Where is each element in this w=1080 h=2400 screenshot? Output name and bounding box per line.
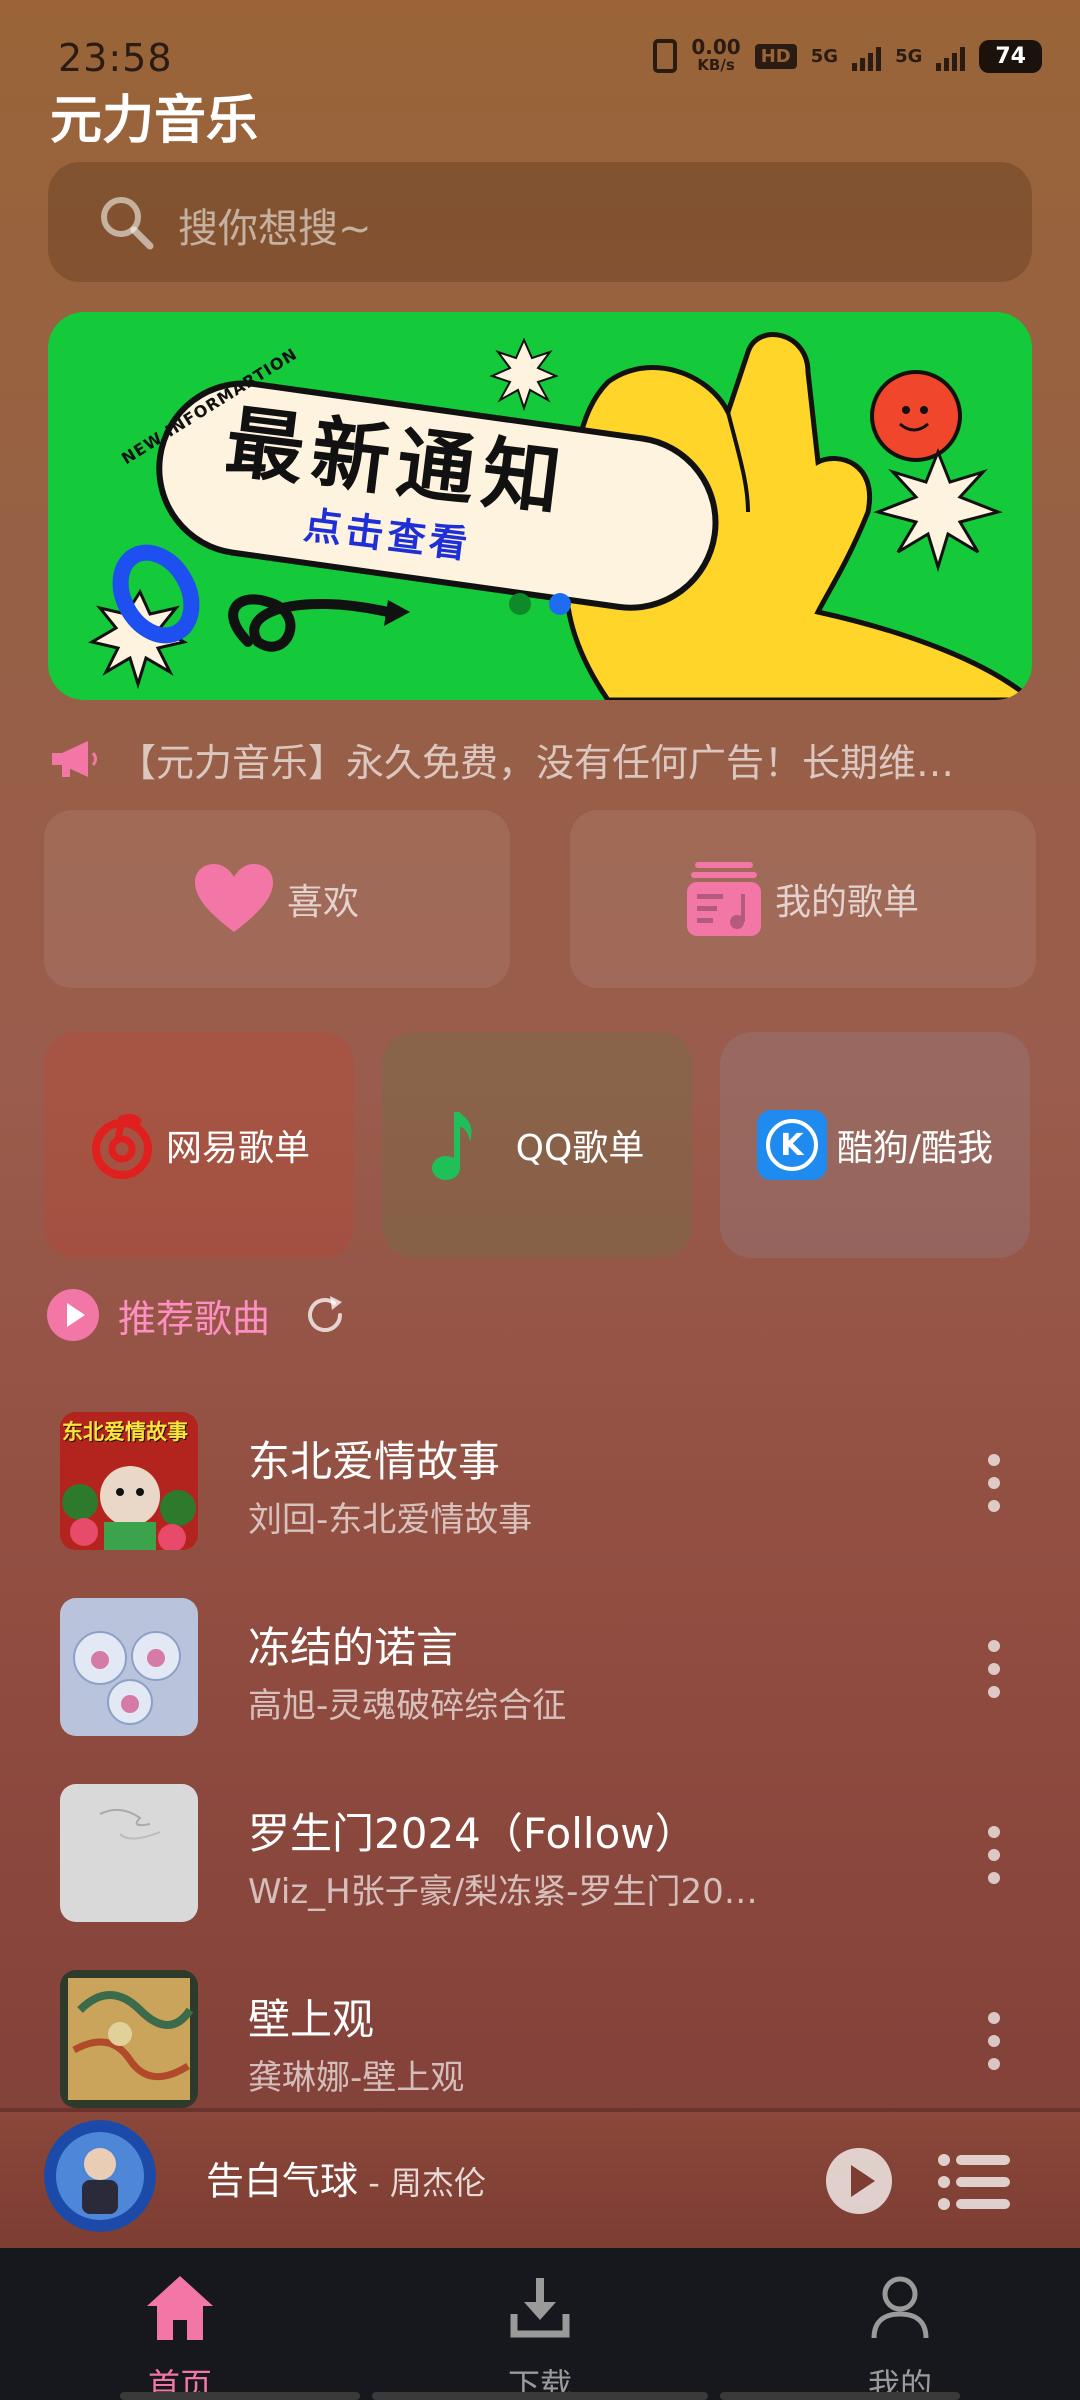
kugou-playlist-card[interactable]: K 酷狗/酷我	[720, 1032, 1030, 1258]
network-speed-unit: KB/s	[697, 56, 735, 74]
kugou-icon-letter: K	[765, 1119, 818, 1171]
song-title: 壁上观	[248, 1995, 375, 2044]
profile-icon	[871, 2276, 929, 2339]
player-artist: 周杰伦	[389, 2164, 486, 2202]
signal-icon-2	[936, 41, 966, 71]
queue-list-icon[interactable]	[938, 2154, 1010, 2210]
kugou-icon: K	[756, 1110, 827, 1180]
sim1-label: 5G	[810, 45, 839, 67]
heart-icon	[194, 864, 273, 932]
song-cover	[60, 1784, 198, 1922]
play-icon[interactable]	[826, 2148, 892, 2214]
netease-icon	[91, 1113, 152, 1179]
search-icon	[101, 197, 154, 250]
status-bar: 23:58 0.00 KB/s HD 5G 5G 74	[0, 0, 1080, 90]
network-speed-value: 0.00	[691, 35, 741, 59]
nav-download[interactable]: 下载	[440, 2248, 640, 2400]
more-icon[interactable]	[986, 1824, 1002, 1886]
song-cover	[60, 1598, 198, 1736]
more-icon[interactable]	[986, 2010, 1002, 2072]
vibrate-icon	[653, 39, 678, 73]
netease-playlist-card[interactable]: 网易歌单	[44, 1032, 354, 1258]
hd-badge: HD	[754, 43, 797, 69]
favorites-card[interactable]: 喜欢	[44, 810, 510, 988]
megaphone-icon	[52, 741, 97, 777]
search-bar[interactable]: 搜你想搜~	[48, 162, 1032, 282]
song-title: 冻结的诺言	[248, 1623, 459, 1672]
recommend-header: 推荐歌曲	[46, 1284, 348, 1346]
bottom-nav: 首页 下载 我的	[0, 2248, 1080, 2400]
nav-home[interactable]: 首页	[80, 2248, 280, 2400]
notice-banner[interactable]: NEW INFORMARTION 最新通知 点击查看	[48, 312, 1032, 700]
player-separator: -	[358, 2164, 390, 2202]
netease-label: 网易歌单	[165, 1128, 310, 1169]
search-placeholder: 搜你想搜~	[178, 206, 372, 252]
home-icon	[147, 2276, 213, 2340]
player-cover[interactable]	[44, 2120, 156, 2232]
recommend-label: 推荐歌曲	[118, 1296, 271, 1341]
song-row[interactable]: 东北爱情故事 东北爱情故事 刘回-东北爱情故事	[0, 1400, 1080, 1560]
song-title: 东北爱情故事	[248, 1437, 501, 1486]
more-icon[interactable]	[986, 1452, 1002, 1514]
network-speed: 0.00 KB/s	[691, 35, 741, 74]
kugou-label: 酷狗/酷我	[836, 1128, 994, 1169]
announcement-ticker[interactable]: 【元力音乐】永久免费，没有任何广告！长期维…	[48, 732, 1038, 786]
banner-dot-2[interactable]	[549, 593, 571, 615]
song-subtitle: 高旭-灵魂破碎综合征	[248, 1686, 567, 1726]
player-song-title: 告白气球	[206, 2159, 359, 2203]
qq-playlist-card[interactable]: QQ歌单	[382, 1032, 692, 1258]
nav-profile[interactable]: 我的	[800, 2248, 1000, 2400]
ticker-text: 【元力音乐】永久免费，没有任何广告！长期维…	[118, 740, 955, 785]
status-icons: 0.00 KB/s HD 5G 5G 74	[653, 35, 1042, 74]
song-cover	[60, 1970, 198, 2108]
more-icon[interactable]	[986, 1638, 1002, 1700]
playlist-icon	[686, 862, 761, 936]
player-song-info: 告白气球 - 周杰伦	[206, 2150, 486, 2205]
mini-player[interactable]: 告白气球 - 周杰伦	[0, 2108, 1080, 2252]
download-icon	[510, 2278, 570, 2338]
status-time: 23:58	[58, 36, 173, 80]
screen: 23:58 0.00 KB/s HD 5G 5G 74 元力音乐 搜你想搜~ N…	[0, 0, 1080, 2400]
play-circle-icon[interactable]	[46, 1288, 100, 1342]
song-row[interactable]: 壁上观 龚琳娜-壁上观	[0, 1958, 1080, 2118]
qq-music-icon	[431, 1112, 472, 1180]
battery-indicator: 74	[979, 39, 1042, 73]
my-playlist-card[interactable]: 我的歌单	[570, 810, 1036, 988]
qq-label: QQ歌单	[515, 1128, 645, 1169]
app-title: 元力音乐	[50, 91, 259, 151]
refresh-icon[interactable]	[302, 1292, 348, 1338]
song-row[interactable]: 罗生门2024（Follow） Wiz_H张子豪/梨冻紧-罗生门20…	[0, 1772, 1080, 1932]
cover-caption: 东北爱情故事	[62, 1420, 188, 1444]
song-subtitle: 龚琳娜-壁上观	[248, 2058, 465, 2098]
favorites-label: 喜欢	[286, 882, 359, 923]
banner-dot-1[interactable]	[509, 593, 531, 615]
song-cover: 东北爱情故事	[60, 1412, 198, 1550]
my-playlist-label: 我的歌单	[774, 882, 919, 923]
gesture-bar	[120, 2392, 960, 2400]
song-row[interactable]: 冻结的诺言 高旭-灵魂破碎综合征	[0, 1586, 1080, 1746]
sim2-label: 5G	[895, 45, 923, 67]
signal-icon	[852, 41, 882, 71]
song-subtitle: 刘回-东北爱情故事	[248, 1500, 533, 1540]
song-title: 罗生门2024（Follow）	[248, 1809, 697, 1858]
song-subtitle: Wiz_H张子豪/梨冻紧-罗生门20…	[248, 1872, 758, 1912]
